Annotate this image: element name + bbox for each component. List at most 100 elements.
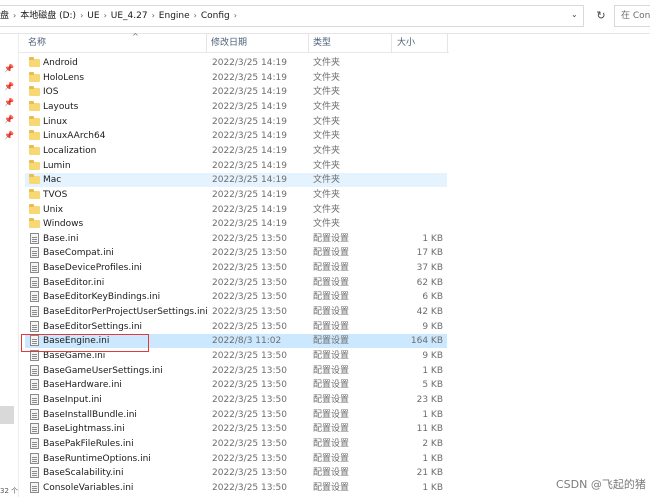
file-date: 2022/3/25 14:19 (212, 58, 287, 68)
file-row[interactable]: ConsoleVariables.ini 2022/3/25 13:50 配置设置 1… (25, 481, 447, 495)
file-row[interactable]: Localization 2022/3/25 14:19 文件夹 (25, 144, 447, 158)
file-row[interactable]: BaseRuntimeOptions.ini 2022/3/25 13:50 配置设… (25, 452, 447, 466)
file-size: 23 KB (416, 394, 443, 405)
file-name: Localization (43, 145, 97, 156)
breadcrumb-item[interactable]: UE (87, 11, 99, 21)
file-row[interactable]: LinuxAArch64 2022/3/25 14:19 文件夹 (25, 129, 447, 143)
breadcrumb[interactable]: 盘 › 本地磁盘 (D:) › UE › UE_4.27 › Engine › Config › ⌄ (0, 5, 584, 27)
file-date: 2022/3/25 13:50 (212, 453, 287, 464)
file-type: 配置设置 (313, 277, 350, 288)
file-row[interactable]: BaseEditor.ini 2022/3/25 13:50 配置设置 62 KB (25, 276, 447, 290)
file-row[interactable]: TVOS 2022/3/25 14:19 文件夹 (25, 188, 447, 202)
file-size: 9 KB (422, 321, 443, 332)
file-name: TVOS (43, 189, 68, 200)
file-name: BaseHardware.ini (43, 380, 122, 391)
file-row[interactable]: Mac 2022/3/25 14:19 文件夹 (25, 173, 447, 188)
file-row[interactable]: HoloLens 2022/3/25 14:19 文件夹 (25, 71, 447, 85)
refresh-icon[interactable]: ↻ (592, 5, 610, 27)
chevron-right-icon[interactable]: › (104, 11, 107, 20)
file-row[interactable]: BaseEditorSettings.ini 2022/3/25 13:50 配置设… (25, 320, 447, 334)
file-type: 文件夹 (313, 87, 341, 98)
column-name[interactable]: 名称 (28, 34, 46, 52)
file-row[interactable]: BaseHardware.ini 2022/3/25 13:50 配置设置 5 KB (25, 378, 447, 392)
chevron-right-icon[interactable]: › (234, 11, 237, 20)
column-type[interactable]: 类型 (313, 34, 331, 52)
file-name: Linux (43, 116, 68, 127)
file-row[interactable]: IOS 2022/3/25 14:19 文件夹 (25, 85, 447, 99)
file-name: BaseCompat.ini (43, 248, 114, 259)
file-date: 2022/3/25 14:19 (212, 219, 287, 230)
file-row[interactable]: Base.ini 2022/3/25 13:50 配置设置 1 KB (25, 232, 447, 246)
file-row[interactable]: Lumin 2022/3/25 14:19 文件夹 (25, 159, 447, 173)
file-size: 21 KB (416, 468, 443, 479)
file-size: 37 KB (416, 263, 443, 274)
file-type: 文件夹 (313, 189, 341, 200)
breadcrumb-item[interactable]: 盘 (0, 11, 9, 21)
folder-icon (29, 115, 40, 126)
chevron-right-icon[interactable]: › (80, 11, 83, 20)
file-row[interactable]: Android 2022/3/25 14:19 文件夹 (25, 56, 447, 70)
file-date: 2022/3/25 14:19 (212, 101, 287, 112)
chevron-right-icon[interactable]: › (152, 11, 155, 20)
settings-file-icon (30, 262, 39, 274)
file-row[interactable]: Layouts 2022/3/25 14:19 文件夹 (25, 100, 447, 114)
file-name: BaseDeviceProfiles.ini (43, 263, 142, 274)
file-date: 2022/3/25 13:50 (212, 248, 287, 259)
file-date: 2022/3/25 13:50 (212, 468, 287, 479)
file-name: BaseGameUserSettings.ini (43, 365, 163, 376)
folder-icon (29, 100, 40, 111)
settings-file-icon (30, 423, 39, 435)
column-divider[interactable] (391, 34, 392, 52)
column-divider[interactable] (206, 34, 207, 52)
address-bar: 盘 › 本地磁盘 (D:) › UE › UE_4.27 › Engine › Config › ⌄ … (0, 0, 650, 34)
file-row[interactable]: Unix 2022/3/25 14:19 文件夹 (25, 203, 447, 217)
settings-file-icon (30, 247, 39, 259)
breadcrumb-item[interactable]: Config (201, 11, 230, 21)
file-row[interactable]: BaseInstallBundle.ini 2022/3/25 13:50 配置设置… (25, 408, 447, 422)
file-size: 1 KB (422, 233, 443, 244)
chevron-down-icon[interactable]: ⌄ (571, 10, 578, 19)
file-name: Lumin (43, 160, 71, 171)
breadcrumb-item[interactable]: UE_4.27 (111, 11, 148, 21)
chevron-right-icon[interactable]: › (194, 11, 197, 20)
file-name: Unix (43, 204, 64, 215)
column-date[interactable]: 修改日期 (211, 34, 247, 52)
sort-ascending-icon: ^ (132, 32, 139, 41)
pin-icon: 📌 (4, 82, 14, 91)
file-size: 9 KB (422, 351, 443, 361)
file-row[interactable]: BaseDeviceProfiles.ini 2022/3/25 13:50 配置设… (25, 261, 447, 275)
file-type: 配置设置 (313, 263, 350, 274)
column-divider[interactable] (447, 34, 448, 52)
search-input[interactable]: 在 Config (614, 5, 650, 27)
file-row[interactable]: BaseGameUserSettings.ini 2022/3/25 13:50 配… (25, 364, 447, 378)
file-row[interactable]: BasePakFileRules.ini 2022/3/25 13:50 配置设置 2… (25, 437, 447, 451)
settings-file-icon (30, 408, 39, 420)
file-type: 文件夹 (313, 204, 341, 215)
file-row[interactable]: BaseCompat.ini 2022/3/25 13:50 配置设置 17 KB (25, 246, 447, 260)
breadcrumb-item[interactable]: Engine (159, 11, 190, 21)
file-row[interactable]: Linux 2022/3/25 14:19 文件夹 (25, 115, 447, 129)
chevron-right-icon[interactable]: › (13, 11, 16, 20)
file-row[interactable]: Windows 2022/3/25 14:19 文件夹 (25, 217, 447, 231)
file-size: 6 KB (422, 292, 443, 303)
file-date: 2022/3/25 13:50 (212, 424, 287, 435)
breadcrumb-item[interactable]: 本地磁盘 (D:) (20, 11, 76, 21)
file-name: BaseEditorSettings.ini (43, 321, 143, 332)
file-row[interactable]: BaseInput.ini 2022/3/25 13:50 配置设置 23 KB (25, 393, 447, 407)
file-size: 164 KB (410, 336, 443, 347)
file-row[interactable]: BaseEditorKeyBindings.ini 2022/3/25 13:50… (25, 290, 447, 304)
file-size: 17 KB (416, 248, 443, 259)
pin-icon: 📌 (4, 115, 14, 124)
file-row[interactable]: BaseScalability.ini 2022/3/25 13:50 配置设置 21… (25, 466, 447, 480)
nav-item-selected[interactable] (0, 406, 14, 424)
column-divider[interactable] (308, 34, 309, 52)
file-type: 配置设置 (313, 248, 350, 259)
file-type: 文件夹 (313, 101, 341, 112)
column-size[interactable]: 大小 (397, 34, 415, 52)
settings-file-icon (30, 364, 39, 376)
settings-file-icon (30, 276, 39, 288)
folder-icon (29, 71, 40, 82)
watermark: CSDN @飞起的猪 (556, 478, 646, 491)
file-row[interactable]: BaseLightmass.ini 2022/3/25 13:50 配置设置 11 K… (25, 422, 447, 436)
file-row[interactable]: BaseEditorPerProjectUserSettings.ini 2022… (25, 305, 447, 319)
